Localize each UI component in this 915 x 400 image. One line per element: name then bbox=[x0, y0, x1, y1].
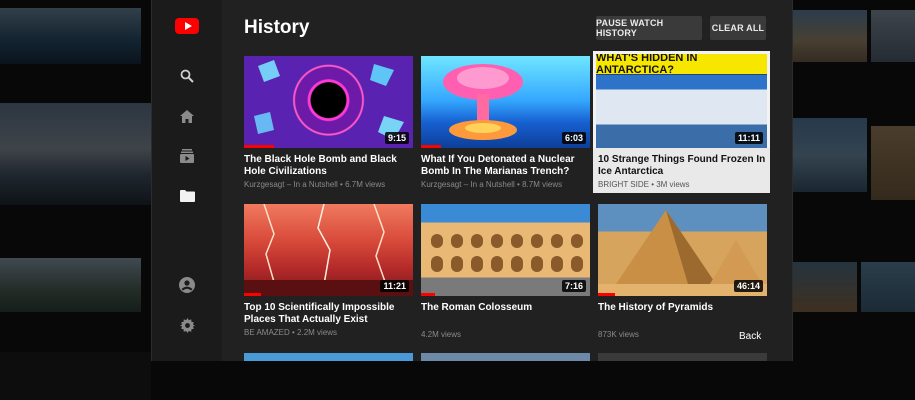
watch-progress-bar bbox=[598, 293, 615, 296]
youtube-logo-icon[interactable] bbox=[175, 18, 199, 34]
video-thumbnail: WHAT'S HIDDEN IN ANTARCTICA? 11:11 bbox=[593, 51, 770, 148]
pause-watch-history-button[interactable]: PAUSE WATCH HISTORY bbox=[596, 16, 702, 40]
library-folder-icon[interactable] bbox=[177, 186, 197, 206]
video-card[interactable]: 46:14 The History of Pyramids 873K views bbox=[598, 204, 767, 339]
video-thumbnail: 11:21 bbox=[244, 204, 413, 296]
duration-badge: 46:14 bbox=[733, 280, 763, 292]
settings-gear-icon[interactable] bbox=[177, 315, 197, 335]
video-thumbnail: 6:03 bbox=[421, 56, 590, 148]
video-card[interactable]: 9:15 The Black Hole Bomb and Black Hole … bbox=[244, 56, 413, 189]
tv-app-screen: History PAUSE WATCH HISTORY CLEAR ALL 9:… bbox=[0, 0, 915, 400]
watch-progress-bar bbox=[421, 293, 435, 296]
next-row-thumbnail bbox=[244, 353, 413, 361]
video-meta: BE AMAZED • 2.2M views bbox=[244, 328, 338, 337]
thumbnail-overlay-text: WHAT'S HIDDEN IN ANTARCTICA? bbox=[596, 54, 767, 76]
video-title: Top 10 Scientifically Impossible Places … bbox=[244, 302, 395, 325]
search-icon[interactable] bbox=[177, 66, 197, 86]
video-card[interactable]: 7:16 The Roman Colosseum 4.2M views bbox=[421, 204, 590, 339]
side-navigation bbox=[152, 0, 222, 361]
video-card-selected[interactable]: WHAT'S HIDDEN IN ANTARCTICA? 11:11 10 St… bbox=[593, 51, 770, 193]
duration-badge: 7:16 bbox=[561, 280, 586, 292]
duration-badge: 6:03 bbox=[561, 132, 586, 144]
clear-all-button[interactable]: CLEAR ALL bbox=[710, 16, 766, 40]
video-card[interactable]: 6:03 What If You Detonated a Nuclear Bom… bbox=[421, 56, 590, 189]
watch-progress-bar bbox=[244, 145, 275, 148]
duration-badge: 9:15 bbox=[384, 132, 409, 144]
video-title: What If You Detonated a Nuclear Bomb In … bbox=[421, 154, 575, 177]
duration-badge: 11:21 bbox=[380, 280, 409, 292]
video-thumbnail: 9:15 bbox=[244, 56, 413, 148]
duration-badge: 11:11 bbox=[734, 132, 763, 144]
video-title: The Roman Colosseum bbox=[421, 302, 533, 313]
home-icon[interactable] bbox=[177, 106, 197, 126]
video-meta: Kurzgesagt – In a Nutshell • 8.7M views bbox=[421, 180, 563, 189]
account-icon[interactable] bbox=[177, 275, 197, 295]
video-title: The History of Pyramids bbox=[598, 302, 714, 313]
next-row-thumbnail bbox=[598, 353, 767, 361]
video-card[interactable]: 11:21 Top 10 Scientifically Impossible P… bbox=[244, 204, 413, 337]
back-button[interactable]: Back bbox=[739, 331, 761, 342]
video-title: The Black Hole Bomb and Black Hole Civil… bbox=[244, 154, 397, 177]
video-thumbnail: 7:16 bbox=[421, 204, 590, 296]
video-thumbnail: 46:14 bbox=[598, 204, 767, 296]
watch-progress-bar bbox=[244, 293, 261, 296]
video-meta: BRIGHT SIDE • 3M views bbox=[598, 180, 690, 189]
page-title: History bbox=[244, 17, 310, 38]
video-title: 10 Strange Things Found Frozen In Ice An… bbox=[598, 154, 766, 177]
history-panel: History PAUSE WATCH HISTORY CLEAR ALL 9:… bbox=[151, 0, 793, 361]
video-meta: 4.2M views bbox=[421, 330, 462, 339]
next-row-thumbnail bbox=[421, 353, 590, 361]
subscriptions-icon[interactable] bbox=[177, 146, 197, 166]
watch-progress-bar bbox=[421, 145, 442, 148]
video-meta: Kurzgesagt – In a Nutshell • 6.7M views bbox=[244, 180, 386, 189]
